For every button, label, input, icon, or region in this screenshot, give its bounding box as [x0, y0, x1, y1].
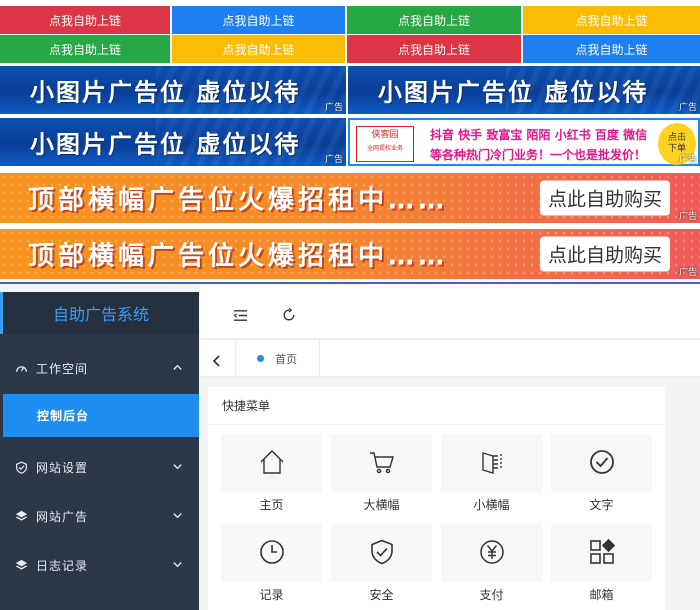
tabs-bar: 首页 — [200, 339, 700, 377]
promo-logo: 侠客园 全网提权业务 — [356, 126, 414, 162]
top-banner-ad[interactable]: 顶部横幅广告位火爆招租中…… 点此自助购买 广告 — [0, 173, 700, 223]
page: 点我自助上链 点我自助上链 点我自助上链 点我自助上链 点我自助上链 点我自助上… — [0, 0, 700, 610]
promo-logo-name: 侠客园 — [371, 130, 399, 140]
ad-tag: 广告 — [324, 103, 343, 113]
shortcut-security[interactable] — [331, 524, 432, 582]
shield-check-icon — [14, 461, 28, 475]
clock-icon — [258, 538, 286, 582]
text-ad-button[interactable]: 点我自助上链 — [347, 6, 521, 34]
shortcut-panel: 快捷菜单 主页 大横幅 小横幅 文字 记录 安全 支付 邮箱 — [208, 387, 665, 610]
promo-banner-ad[interactable]: 侠客园 全网提权业务 抖音 快手 致富宝 陌陌 小红书 百度 微信 等各种热门冷… — [348, 118, 700, 166]
shortcut-big-banner[interactable] — [331, 434, 432, 492]
chevron-up-icon — [172, 362, 183, 376]
yen-circle-icon — [478, 538, 506, 582]
chevron-down-icon — [172, 559, 183, 573]
shortcut-home[interactable] — [221, 434, 322, 492]
top-toolbar — [200, 284, 700, 338]
refresh-icon[interactable] — [282, 307, 296, 326]
shortcut-label: 记录 — [259, 588, 284, 602]
chevron-down-icon — [172, 461, 183, 475]
sidebar-item-dashboard[interactable]: 控制后台 — [3, 394, 199, 437]
shortcut-label: 主页 — [259, 498, 284, 512]
shortcut-label: 邮箱 — [589, 588, 614, 602]
chevron-left-icon[interactable] — [212, 352, 222, 371]
promo-line-2: 等各种热门冷门业务！一个也是批发价！ — [430, 148, 647, 162]
shortcut-label: 小横幅 — [473, 498, 510, 512]
shortcut-mail[interactable] — [551, 524, 652, 582]
dashboard-icon — [14, 362, 28, 376]
promo-logo-subtitle: 全网提权业务 — [366, 145, 403, 152]
top-banner-cta[interactable]: 点此自助购买 — [539, 180, 670, 216]
ad-tag: 广告 — [678, 103, 697, 113]
chevron-down-icon — [172, 510, 183, 524]
promo-line-1: 抖音 快手 致富宝 陌陌 小红书 百度 微信 — [430, 128, 648, 142]
ad-tag: 广告 — [678, 268, 697, 278]
text-ad-button[interactable]: 点我自助上链 — [0, 35, 170, 63]
shortcut-payment[interactable] — [441, 524, 542, 582]
shortcut-small-banner[interactable] — [441, 434, 542, 492]
top-banner-cta[interactable]: 点此自助购买 — [539, 236, 670, 272]
tab-home[interactable]: 首页 — [235, 340, 320, 377]
shortcut-logs[interactable] — [221, 524, 322, 582]
sidebar-item-label: 工作空间 — [36, 362, 89, 376]
home-icon — [258, 448, 286, 492]
small-banner-ad[interactable]: 小图片广告位 虚位以待 广告 — [0, 66, 346, 114]
shield-check-icon — [368, 538, 396, 582]
shortcut-label: 支付 — [479, 588, 504, 602]
small-banner-text: 小图片广告位 虚位以待 — [30, 78, 301, 107]
sidebar-item-logs[interactable]: 日志记录 — [0, 541, 199, 590]
ad-tag: 广告 — [678, 155, 697, 165]
layers-icon — [14, 559, 28, 573]
text-ad-button[interactable]: 点我自助上链 — [172, 35, 345, 63]
shortcut-label: 大横幅 — [363, 498, 400, 512]
ad-tag: 广告 — [678, 212, 697, 222]
sidebar-item-workspace[interactable]: 工作空间 — [0, 344, 199, 393]
sidebar-item-label: 网站广告 — [36, 510, 89, 524]
check-circle-icon — [588, 448, 616, 492]
sidebar-item-label: 控制后台 — [37, 409, 90, 423]
top-banner-text: 顶部横幅广告位火爆招租中…… — [28, 185, 449, 216]
sidebar-item-label: 日志记录 — [36, 559, 89, 573]
sidebar-item-site-ads[interactable]: 网站广告 — [0, 492, 199, 541]
sidebar-item-site-settings[interactable]: 网站设置 — [0, 443, 199, 492]
cart-icon — [368, 448, 396, 492]
small-banner-text: 小图片广告位 虚位以待 — [378, 78, 649, 107]
brand-title: 自助广告系统 — [0, 292, 199, 334]
ad-tag: 广告 — [324, 155, 343, 165]
sidebar-item-label: 网站设置 — [36, 461, 89, 475]
small-banner-ad[interactable]: 小图片广告位 虚位以待 广告 — [0, 118, 346, 166]
book-icon — [478, 448, 506, 492]
text-ad-button[interactable]: 点我自助上链 — [347, 35, 521, 63]
panel-title: 快捷菜单 — [208, 387, 665, 425]
text-ad-button[interactable]: 点我自助上链 — [172, 6, 345, 34]
shortcut-label: 文字 — [589, 498, 614, 512]
admin-panel: 自助广告系统 工作空间 控制后台 网站设置 网站广告 日志记录 首页 快捷菜单 … — [0, 282, 700, 610]
shortcut-text[interactable] — [551, 434, 652, 492]
promo-order-label-1: 点击 — [667, 133, 686, 143]
top-banner-text: 顶部横幅广告位火爆招租中…… — [28, 241, 449, 272]
apps-icon — [588, 538, 616, 582]
tab-label: 首页 — [275, 353, 297, 366]
tab-active-dot — [257, 355, 264, 362]
top-banner-ad[interactable]: 顶部横幅广告位火爆招租中…… 点此自助购买 广告 — [0, 229, 700, 279]
promo-banner-body: 侠客园 全网提权业务 抖音 快手 致富宝 陌陌 小红书 百度 微信 等各种热门冷… — [350, 120, 698, 165]
small-banner-ad[interactable]: 小图片广告位 虚位以待 广告 — [348, 66, 700, 114]
text-ad-button[interactable]: 点我自助上链 — [0, 6, 170, 34]
small-banner-text: 小图片广告位 虚位以待 — [30, 130, 301, 159]
text-ad-button[interactable]: 点我自助上链 — [523, 6, 700, 34]
menu-fold-icon[interactable] — [233, 307, 248, 326]
sidebar: 自助广告系统 工作空间 控制后台 网站设置 网站广告 日志记录 — [0, 292, 199, 610]
shortcut-label: 安全 — [369, 588, 394, 602]
text-ad-button[interactable]: 点我自助上链 — [523, 35, 700, 63]
layers-icon — [14, 510, 28, 524]
